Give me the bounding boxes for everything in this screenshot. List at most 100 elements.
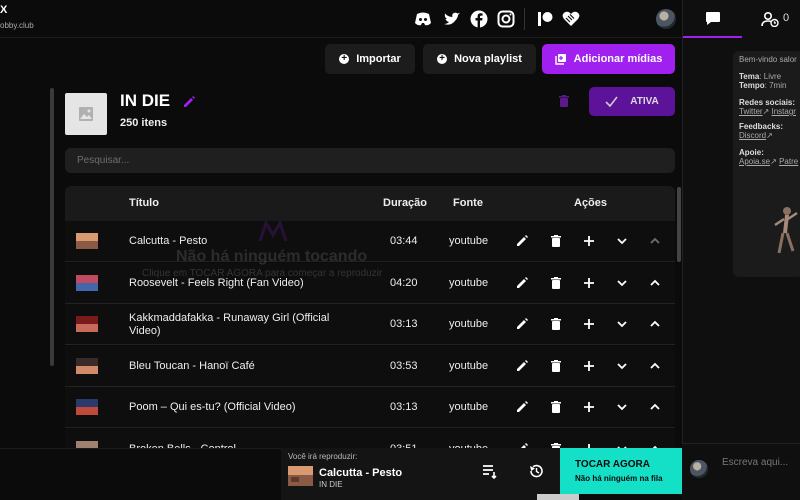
active-toggle-button[interactable]: ATIVA (589, 87, 675, 116)
history-icon[interactable] (528, 463, 544, 479)
move-up-icon[interactable] (648, 317, 662, 331)
active-label: ATIVA (630, 96, 659, 107)
table-row[interactable]: Poom – Qui es-tu? (Official Video) 03:13 y… (65, 387, 675, 428)
search-input[interactable] (65, 148, 675, 173)
playlist-scrollbar[interactable] (50, 88, 54, 366)
media-library-icon (554, 54, 566, 65)
nobody-playing-subtitle: Clique em TOCAR AGORA para começar a rep… (142, 268, 383, 279)
add-to-queue-icon[interactable] (582, 276, 596, 290)
add-to-queue-icon[interactable] (582, 317, 596, 331)
new-playlist-button-label: Nova playlist (454, 53, 522, 65)
user-avatar[interactable] (656, 9, 676, 29)
tab-users[interactable] (742, 0, 800, 38)
queue-icon[interactable] (482, 463, 498, 479)
edit-icon[interactable] (515, 359, 529, 373)
row-source: youtube (449, 318, 489, 330)
row-title: Poom – Qui es-tu? (Official Video) (129, 401, 296, 413)
patreon-link[interactable]: Patre (779, 157, 798, 166)
edit-icon[interactable] (515, 276, 529, 290)
row-duration: 03:44 (390, 235, 418, 247)
add-to-queue-icon[interactable] (582, 400, 596, 414)
brand-watermark-icon (258, 221, 288, 242)
welcome-title: Bem-vindo salor (739, 55, 797, 64)
row-duration: 04:20 (390, 276, 418, 289)
delete-icon[interactable] (549, 400, 563, 414)
add-media-button[interactable]: Adicionar mídias (542, 44, 675, 74)
theme-value: : Livre (759, 72, 782, 81)
dancer-illustration (774, 207, 798, 254)
import-button-label: Importar (356, 53, 401, 65)
next-up-title: Calcutta - Pesto (319, 467, 403, 479)
move-down-icon[interactable] (615, 359, 629, 373)
table-scrollbar[interactable] (677, 187, 681, 262)
delete-icon[interactable] (549, 317, 563, 331)
move-up-icon[interactable] (648, 359, 662, 373)
social-heading: Redes sociais: (739, 98, 796, 107)
nobody-playing-title: Não há ninguém tocando (176, 248, 368, 265)
next-up-label: Você irá reproduzir: (288, 452, 358, 461)
delete-playlist-icon[interactable] (557, 94, 571, 108)
add-to-queue-icon[interactable] (582, 359, 596, 373)
table-row[interactable]: Kakkmaddafakka - Runaway Girl (Official … (65, 304, 675, 345)
column-actions: Ações (574, 197, 608, 209)
edit-icon[interactable] (515, 317, 529, 331)
edit-name-icon[interactable] (182, 95, 196, 109)
next-up-thumbnail (288, 466, 313, 486)
instagram-icon[interactable] (496, 9, 516, 29)
column-source[interactable]: Fonte (453, 197, 483, 209)
image-placeholder-icon (79, 107, 93, 121)
delete-icon[interactable] (549, 234, 563, 248)
tab-chat[interactable] (683, 0, 742, 38)
column-duration[interactable]: Duração (383, 197, 427, 209)
media-table: Título Duração Fonte Ações Calcutta - Pe… (65, 186, 675, 448)
discord-icon[interactable] (413, 9, 433, 29)
instagram-link[interactable]: Instagr (772, 107, 796, 116)
row-source: youtube (449, 276, 489, 289)
table-row[interactable]: Broken Bells - Control03:51youtube (65, 428, 675, 448)
table-row[interactable]: Calcutta - Pesto 03:44 youtube (65, 221, 675, 262)
row-duration: 03:53 (390, 359, 418, 372)
apoiase-icon[interactable] (561, 9, 581, 29)
apoiase-link[interactable]: Apoia.se (739, 157, 770, 166)
support-links: Apoia.se↗ Patre (739, 157, 799, 166)
discord-link[interactable]: Discord (739, 131, 766, 140)
new-playlist-button[interactable]: + Nova playlist (423, 44, 536, 74)
edit-icon[interactable] (515, 234, 529, 248)
move-down-icon[interactable] (615, 234, 629, 248)
move-up-icon[interactable] (648, 400, 662, 414)
patreon-icon[interactable] (535, 9, 555, 29)
twitter-link[interactable]: Twitter (739, 107, 763, 116)
edit-icon[interactable] (515, 400, 529, 414)
row-thumbnail (76, 274, 98, 291)
next-up-playlist: IN DIE (319, 480, 343, 489)
move-down-icon[interactable] (615, 317, 629, 331)
row-title: Bleu Toucan - Hanoï Café (129, 359, 255, 372)
add-media-button-label: Adicionar mídias (573, 53, 663, 65)
row-duration: 03:13 (390, 401, 418, 413)
row-source: youtube (449, 235, 489, 247)
facebook-icon[interactable] (469, 9, 489, 29)
chat-message-input[interactable] (722, 452, 800, 472)
taskbar-strip (537, 494, 579, 500)
users-count: 0 (783, 12, 790, 24)
app-logo[interactable]: X (0, 4, 7, 16)
table-row[interactable]: Bleu Toucan - Hanoï Café 03:53 youtube (65, 345, 675, 387)
row-duration: 03:13 (390, 318, 418, 330)
playlist-count: 250 itens (120, 117, 168, 129)
plus-circle-icon: + (339, 54, 350, 64)
import-button[interactable]: + Importar (325, 44, 415, 74)
delete-icon[interactable] (549, 276, 563, 290)
play-now-button[interactable]: TOCAR AGORA Não há ninguém na fila (560, 448, 682, 494)
delete-icon[interactable] (549, 359, 563, 373)
add-to-queue-icon[interactable] (582, 234, 596, 248)
twitter-icon[interactable] (442, 9, 462, 29)
play-now-sublabel: Não há ninguém na fila (575, 474, 663, 483)
move-down-icon[interactable] (615, 400, 629, 414)
row-thumbnail (76, 440, 98, 448)
move-up-icon[interactable] (648, 234, 662, 248)
social-links: Twitter↗ Instagr (739, 107, 796, 116)
move-down-icon[interactable] (615, 276, 629, 290)
column-title[interactable]: Título (129, 197, 159, 209)
move-up-icon[interactable] (648, 276, 662, 290)
play-now-label: TOCAR AGORA (575, 459, 650, 470)
